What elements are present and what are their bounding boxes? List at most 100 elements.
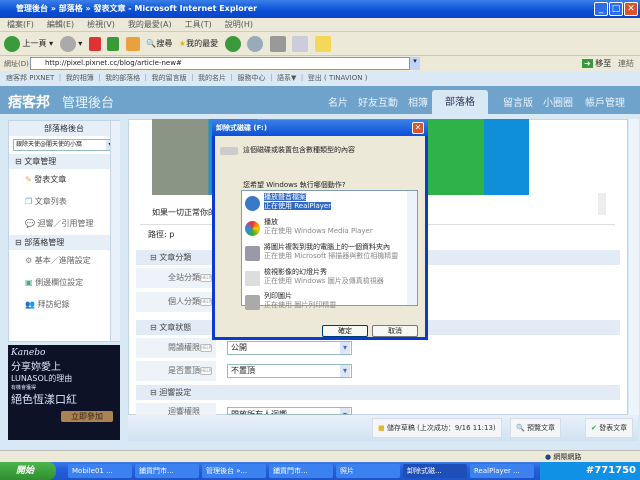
forward-button[interactable]: ▾	[59, 32, 82, 56]
history-icon[interactable]	[224, 36, 241, 52]
system-tray: #771750	[540, 462, 640, 480]
links-label[interactable]: 連結	[618, 57, 634, 70]
forward-arrow-icon	[59, 35, 76, 52]
nav-album[interactable]: 相簿	[408, 94, 428, 109]
print-icon[interactable]	[269, 36, 286, 52]
close-button[interactable]: ✕	[624, 2, 638, 16]
maximize-button[interactable]: □	[609, 2, 623, 16]
menu-bar: 檔案(F) 編輯(E) 檢視(V) 我的最愛(A) 工具(T) 說明(H)	[0, 18, 640, 32]
nav-blog-active[interactable]: 部落格	[432, 90, 488, 114]
help-icon[interactable]: HELP	[200, 298, 212, 306]
back-arrow-icon	[4, 35, 20, 52]
camera-icon	[245, 246, 260, 261]
option-copy-pictures[interactable]: 將圖片複製到我的電腦上的一個資料夾內 正在使用 Microsoft 掃描器與數位相…	[242, 243, 407, 267]
address-dropdown[interactable]: ▾	[410, 57, 420, 70]
menu-file[interactable]: 檔案(F)	[7, 20, 34, 29]
favorites-button[interactable]: ★我的最愛	[179, 32, 218, 56]
home-icon[interactable]	[125, 37, 140, 51]
action-list: 播放聲音檔案 正在使用 RealPlayer 播放 正在使用 Windows Med…	[241, 190, 418, 310]
mail-icon[interactable]	[247, 36, 264, 52]
task-item-active[interactable]: 卸除式磁...	[403, 464, 467, 478]
option-slideshow[interactable]: 檢視影像的幻燈片秀 正在使用 Windows 圖片及傳真檢視器	[242, 268, 407, 292]
menu-tools[interactable]: 工具(T)	[185, 20, 212, 29]
nav-groups[interactable]: 小圈圈	[543, 94, 573, 109]
sidebar-item-sidebar-settings[interactable]: ▣ 側邊欄位設定	[9, 272, 119, 294]
sidebar-item-settings[interactable]: ⚙ 基本／進階設定	[9, 250, 119, 272]
refresh-icon[interactable]	[107, 37, 120, 51]
nav-card[interactable]: 名片	[328, 94, 348, 109]
address-input[interactable]: http://pixel.pixnet.cc/blog/article-new#	[30, 57, 410, 70]
task-item[interactable]: 鋪貨門市...	[135, 464, 199, 478]
task-item[interactable]: RealPlayer ...	[470, 464, 534, 478]
nav-friends[interactable]: 好友互動	[358, 94, 398, 109]
blog-select[interactable]: 銀除天使@闇天使的小窩▾	[13, 139, 115, 151]
check-icon: ✔	[591, 424, 597, 432]
option-play-audio-realplayer[interactable]: 播放聲音檔案 正在使用 RealPlayer	[242, 193, 407, 217]
menu-edit[interactable]: 編輯(E)	[47, 20, 74, 29]
status-bar: ● 網際網路	[0, 450, 640, 462]
kanebo-ad-banner[interactable]: Kanebo 分享妳愛上 LUNASOL的理由 有機會獲得 絕色恆漾口紅 立即參…	[8, 345, 120, 440]
preview-button[interactable]: 🔍 預覽文章	[510, 418, 561, 438]
read-permission-select[interactable]: 公開	[227, 341, 352, 355]
comment-permission-select[interactable]: 開放所有人迴響	[227, 407, 352, 415]
layout-icon: ▣	[25, 278, 33, 287]
sidebar-scrollbar[interactable]	[110, 121, 120, 341]
task-item[interactable]: 照片	[336, 464, 400, 478]
comment-icon: 💬	[25, 219, 35, 228]
task-item[interactable]: 鋪貨門市...	[269, 464, 333, 478]
sidebar-item-new-article[interactable]: ✎ 發表文章	[9, 169, 119, 191]
window-title-bar: 管理後台 » 部落格 » 發表文章 - Microsoft Internet E…	[0, 0, 640, 18]
back-button[interactable]: 上一頁 ▾	[4, 32, 53, 56]
menu-help[interactable]: 說明(H)	[225, 20, 253, 29]
help-icon[interactable]: HELP	[200, 367, 212, 375]
dialog-question: 您希望 Windows 執行哪個動作?	[243, 181, 346, 189]
publish-button[interactable]: ✔ 發表文章	[585, 418, 634, 438]
sidebar-item-visit-log[interactable]: 👥 拜訪紀錄	[9, 294, 119, 316]
ok-button[interactable]: 確定	[322, 325, 368, 337]
users-icon: 👥	[25, 300, 35, 309]
note-icon[interactable]	[314, 36, 331, 52]
magnifier-icon: 🔍	[516, 424, 525, 432]
pixnet-logo[interactable]: 痞客邦	[8, 92, 50, 112]
option-play-wmp[interactable]: 播放 正在使用 Windows Media Player	[242, 218, 407, 242]
start-button[interactable]: 開始	[0, 462, 56, 480]
sidebar-item-article-list[interactable]: ❐ 文章列表	[9, 191, 119, 213]
globe-icon: ●	[545, 453, 552, 461]
section-blog-management[interactable]: ⊟ 部落格管理	[9, 235, 119, 250]
printer-icon	[245, 295, 260, 310]
pin-select[interactable]: 不置頂	[227, 364, 352, 378]
search-button[interactable]: 🔍搜尋	[146, 32, 172, 56]
editor-scrollbar[interactable]	[598, 193, 606, 215]
section-comments[interactable]: ⊟ 迴響設定	[136, 385, 620, 400]
stop-icon[interactable]	[88, 37, 101, 51]
gear-icon: ⚙	[25, 256, 33, 265]
task-item[interactable]: 管理後台 »...	[202, 464, 266, 478]
option-print[interactable]: 列印圖片 正在使用 圖片列印精靈	[242, 292, 407, 316]
edit-icon[interactable]	[292, 36, 309, 52]
cancel-button[interactable]: 取消	[372, 325, 418, 337]
pixnet-top-links[interactable]: 痞客邦 PIXNET ｜ 我的相簿 ｜ 我的部落格 ｜ 我的留言版 ｜ 我的名片…	[0, 71, 640, 86]
menu-view[interactable]: 檢視(V)	[87, 20, 115, 29]
editor-text[interactable]: 如果一切正常你的	[152, 207, 216, 218]
save-draft-button[interactable]: ■ 儲存草稿 (上次成功：9/16 11:13)	[372, 418, 502, 438]
section-article-management[interactable]: ⊟ 文章管理	[9, 154, 119, 169]
ad-join-button[interactable]: 立即參加	[61, 411, 113, 422]
main-scrollbar[interactable]	[629, 119, 639, 415]
menu-favorites[interactable]: 我的最愛(A)	[128, 20, 172, 29]
minimize-button[interactable]: _	[594, 2, 608, 16]
go-arrow-icon: ➜	[582, 59, 593, 68]
task-item[interactable]: Mobile01 ...	[68, 464, 132, 478]
dialog-title: 卸除式磁碟 (F:)	[212, 120, 428, 136]
nav-guestbook[interactable]: 留言版	[503, 94, 533, 109]
pencil-icon: ✎	[25, 175, 32, 184]
dialog-close-button[interactable]: ✕	[412, 122, 424, 134]
admin-title: 管理後台	[62, 96, 115, 111]
go-button[interactable]: ➜ 移至	[582, 57, 611, 70]
nav-account[interactable]: 帳戶管理	[585, 94, 625, 109]
list-scrollbar[interactable]	[407, 191, 417, 305]
sidebar-item-comments[interactable]: 💬 迴響／引用管理	[9, 213, 119, 235]
help-icon[interactable]: HELP	[200, 274, 212, 282]
projector-icon	[245, 271, 260, 286]
help-icon[interactable]: HELP	[200, 344, 212, 352]
realplayer-icon	[245, 196, 260, 211]
